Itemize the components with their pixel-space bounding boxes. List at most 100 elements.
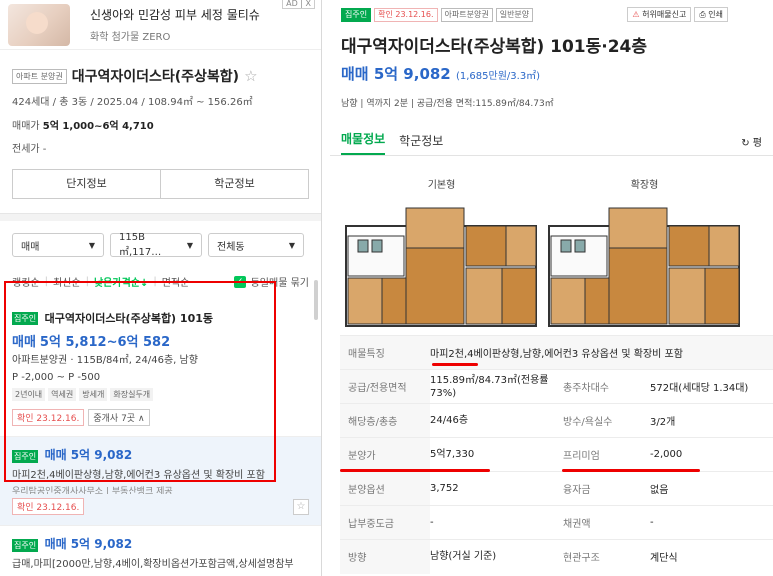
info-key: 방수/욕실수 — [555, 403, 650, 438]
info-key: 프리미엄 — [555, 437, 650, 472]
confirm-date-badge: 확인 23.12.16. — [12, 409, 85, 426]
tab-school-info[interactable]: 학군정보 — [399, 132, 443, 155]
info-row: 방향 남향(거실 기준) 현관구조 계단식 — [340, 539, 773, 574]
floor-plans: 기본형 확장형 — [330, 156, 773, 331]
report-button[interactable]: ⚠ 허위매물신고 — [627, 7, 692, 22]
detail-price-label: 매매 — [341, 65, 369, 83]
confirm-date-badge: 확인 23.12.16. — [12, 498, 85, 515]
scrollbar-thumb[interactable] — [314, 280, 318, 320]
ad-banner[interactable]: 신생아와 민감성 피부 세정 물티슈 화학 첨가물 ZERO AD | X — [0, 0, 321, 50]
owner-badge: 집주인 — [12, 538, 39, 552]
info-key: 채권액 — [555, 505, 650, 540]
listing-price: 매매 5억 9,082 — [45, 448, 133, 462]
complex-summary: 아파트 분양권 대구역자이더스타(주상복합) ☆ 424세대 / 총 3동 / … — [0, 50, 321, 155]
complex-type-tag: 아파트 분양권 — [12, 68, 67, 84]
floor-plan-label: 기본형 — [427, 180, 456, 191]
detail-tabs: 매물정보 학군정보 ↻ 평 — [330, 132, 773, 156]
listing-info-table: 매물특징 마피2천,4베이판상형,남향,에어컨3 유상옵션 및 확장비 포함 공… — [340, 335, 773, 574]
chevron-down-icon: ▼ — [88, 240, 95, 250]
sort-latest[interactable]: 최신순 — [53, 274, 81, 289]
price-value: 5억 9,082 — [70, 537, 133, 551]
info-key: 공급/전용면적 — [340, 369, 430, 404]
ad-subtitle: 화학 첨가물 ZERO — [90, 32, 171, 43]
sort-area[interactable]: 면적순 — [162, 274, 190, 289]
info-value: 115.89㎡/84.73㎡(전용률73%) — [430, 369, 555, 404]
checkbox-checked-icon: ✓ — [233, 275, 246, 288]
info-value: 남향(거실 기준) — [430, 539, 555, 574]
ad-title[interactable]: 신생아와 민감성 피부 세정 물티슈 — [90, 6, 260, 23]
ad-thumbnail — [8, 3, 70, 46]
sort-ranking[interactable]: 랭킹순 — [12, 274, 40, 289]
feature-chip: 방세개 — [79, 388, 108, 401]
floor-plan-basic[interactable]: 기본형 — [340, 156, 543, 331]
sort-separator: | — [85, 276, 89, 287]
price-label: 매매 — [44, 448, 67, 462]
area-select[interactable]: 115B㎡,117… ▼ — [110, 232, 202, 258]
owner-badge: 집주인 — [12, 311, 39, 325]
list-item[interactable]: 집주인 매매 5억 9,082 마피2천,4베이판상형,남향,에어컨3 유상옵션 … — [0, 437, 321, 526]
listing-price: 매매 5억 5,812~6억 582 — [12, 331, 309, 350]
favorite-star-icon[interactable]: ☆ — [293, 499, 309, 515]
group-same-listing-label: 동일매물 묶기 — [250, 278, 309, 289]
print-label: 인쇄 — [708, 10, 723, 19]
sale-value: 5억 1,000~6억 4,710 — [42, 121, 154, 132]
pyeong-toggle-button[interactable]: ↻ 평 — [741, 134, 762, 155]
agents-toggle-button[interactable]: 중개사 7곳 ∧ — [88, 409, 150, 426]
owner-badge: 집주인 — [12, 449, 39, 463]
info-key: 해당층/총층 — [340, 403, 430, 438]
price-label: 매매 — [12, 335, 36, 350]
dong-select[interactable]: 전체동 ▼ — [208, 233, 304, 257]
report-label: 허위매물신고 — [642, 10, 687, 19]
sort-separator: | — [44, 276, 48, 287]
info-row: 분양가 5억7,330 프리미엄 -2,000 — [340, 437, 773, 472]
sort-low-price[interactable]: 낮은가격순↓ — [94, 274, 148, 289]
info-key: 매물특징 — [340, 335, 430, 370]
floor-plan-extended[interactable]: 확장형 — [543, 156, 746, 331]
complex-info-button[interactable]: 단지정보 — [13, 170, 160, 198]
feature-chip: 역세권 — [48, 388, 77, 401]
info-value: 마피2천,4베이판상형,남향,에어컨3 유상옵션 및 확장비 포함 — [430, 335, 773, 370]
info-value: 572대(세대당 1.34대) — [650, 369, 773, 404]
complex-button-row: 단지정보 학군정보 — [12, 169, 309, 199]
info-row: 해당층/총층 24/46층 방수/욕실수 3/2개 — [340, 403, 773, 438]
detail-title: 대구역자이더스타(주상복합) 101동·24층 — [341, 37, 648, 57]
owner-badge: 집주인 — [341, 7, 372, 22]
info-value: 5억7,330 — [430, 437, 555, 472]
info-value: -2,000 — [650, 437, 773, 472]
info-value: 계단식 — [650, 539, 773, 574]
list-item[interactable]: 집주인 대구역자이더스타(주상복합) 101동 매매 5억 5,812~6억 58… — [0, 301, 321, 437]
info-key: 분양옵션 — [340, 471, 430, 506]
info-key: 납부중도금 — [340, 505, 430, 540]
price-value: 5억 5,812~6억 582 — [39, 335, 171, 350]
print-icon: ⎙ — [699, 10, 706, 19]
list-item[interactable]: 집주인 매매 5억 9,082 급매,마피[2000만,남향,4베이,확장비옵션가… — [0, 526, 321, 576]
info-row: 납부중도금 - 채권액 - — [340, 505, 773, 540]
listing-price: 매매 5억 9,082 — [45, 537, 133, 551]
print-button[interactable]: ⎙ 인쇄 — [694, 7, 728, 22]
info-value: 3/2개 — [650, 403, 773, 438]
trade-type-select[interactable]: 매매 ▼ — [12, 233, 104, 257]
tab-listing-info[interactable]: 매물정보 — [341, 130, 386, 155]
sort-separator: | — [153, 276, 157, 287]
sale-label: 매매가 — [12, 121, 40, 132]
complex-name: 대구역자이더스타(주상복합) — [71, 69, 240, 85]
price-label: 매매 — [44, 537, 67, 551]
highlight-underline — [432, 363, 478, 366]
info-value: - — [650, 505, 773, 540]
info-key: 분양가 — [340, 437, 430, 472]
school-info-button[interactable]: 학군정보 — [160, 170, 308, 198]
info-value: 3,752 — [430, 471, 555, 506]
listing-list: 집주인 대구역자이더스타(주상복합) 101동 매매 5억 5,812~6억 58… — [0, 301, 321, 576]
listing-description: 마피2천,4베이판상형,남향,에어컨3 유상옵션 및 확장비 포함 — [12, 470, 265, 481]
ad-close-badge[interactable]: AD | X — [282, 0, 315, 9]
listing-description: 급매,마피[2000만,남향,4베이,확장비옵션가포함금액,상세설명참부 — [12, 559, 294, 570]
section-divider — [0, 213, 321, 221]
chevron-down-icon: ▼ — [288, 240, 295, 250]
area-value: 115B㎡,117… — [119, 232, 162, 258]
floor-plan-image — [548, 207, 740, 327]
favorite-star-icon[interactable]: ☆ — [244, 67, 257, 85]
group-same-listing-toggle[interactable]: ✓ 동일매물 묶기 — [233, 274, 309, 289]
price-value: 5억 9,082 — [70, 448, 133, 462]
listing-agency: 우리탑공인중개사사무소 | 부동산뱅크 제공 — [12, 487, 173, 494]
alert-icon: ⚠ — [632, 10, 640, 19]
